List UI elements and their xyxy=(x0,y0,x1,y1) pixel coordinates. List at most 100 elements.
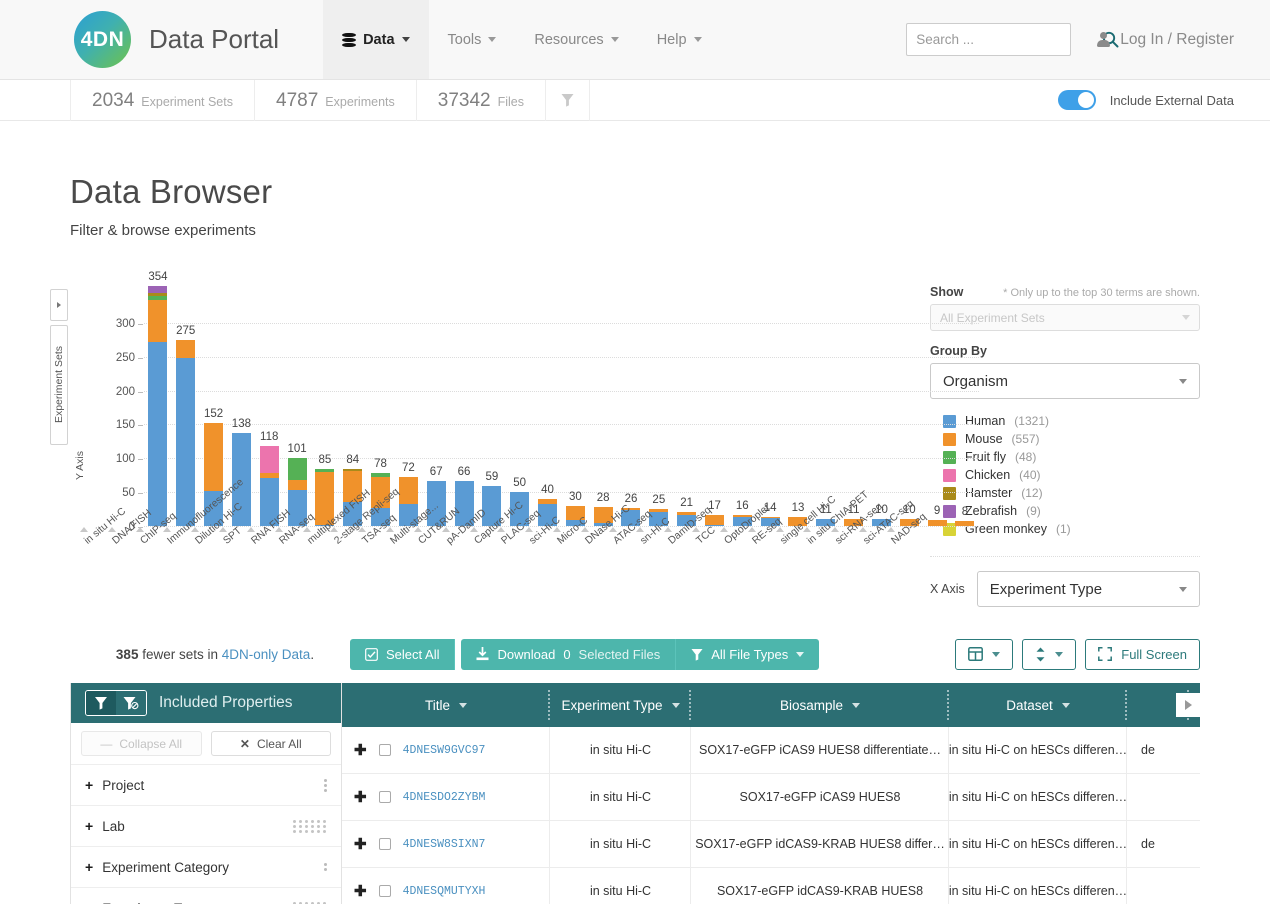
bar-segment[interactable] xyxy=(260,446,279,472)
row-checkbox[interactable] xyxy=(379,885,391,897)
x-axis-label-cell[interactable]: NAD-seq xyxy=(877,537,905,617)
nav-item-resources[interactable]: Resources xyxy=(515,0,637,79)
bar-stack[interactable] xyxy=(260,446,279,526)
stat-files[interactable]: 37342 Files xyxy=(417,80,546,121)
expand-row-icon[interactable]: ✚ xyxy=(354,882,367,900)
accession-link[interactable]: 4DNESQMUTYXH xyxy=(403,885,486,898)
collapse-all-button[interactable]: — Collapse All xyxy=(81,731,202,756)
facet-item[interactable]: +Lab xyxy=(71,805,341,846)
all-file-types-button[interactable]: All File Types xyxy=(676,639,819,670)
table-column-header[interactable]: Title xyxy=(342,683,550,727)
layout-select-button[interactable] xyxy=(955,639,1013,670)
sort-icon[interactable] xyxy=(852,703,860,708)
y-axis-experiment-sets-tab[interactable]: Experiment Sets xyxy=(50,325,68,445)
row-checkbox[interactable] xyxy=(379,838,391,850)
bar-stack[interactable] xyxy=(955,521,974,526)
x-axis-label-cell[interactable]: sci-RNA-seq xyxy=(821,537,849,617)
x-axis-label-cell[interactable]: CUT&RUN xyxy=(404,537,432,617)
full-screen-button[interactable]: Full Screen xyxy=(1085,639,1200,670)
facet-item[interactable]: +Project xyxy=(71,764,341,805)
expand-row-icon[interactable]: ✚ xyxy=(354,835,367,853)
table-column-header[interactable]: Experiment Type xyxy=(550,683,691,727)
x-axis-label-cell[interactable]: in situ ChIA-PET xyxy=(794,537,822,617)
row-checkbox[interactable] xyxy=(379,744,391,756)
included-properties-button[interactable] xyxy=(86,691,116,715)
bar-segment[interactable] xyxy=(288,458,307,480)
x-axis-label-cell[interactable]: OptoDroplet xyxy=(710,537,738,617)
expand-row-icon[interactable]: ✚ xyxy=(354,741,367,759)
x-axis-label-cell[interactable]: sci-ATAC-seq xyxy=(849,537,877,617)
x-axis-label-cell[interactable]: Immunofluorescence xyxy=(153,537,181,617)
x-axis-label-cell[interactable]: RNA FISH xyxy=(237,537,265,617)
excluded-properties-button[interactable] xyxy=(116,691,146,715)
login-register-button[interactable]: Log In / Register xyxy=(1097,31,1234,49)
expand-icon[interactable]: + xyxy=(85,818,93,834)
bar-segment[interactable] xyxy=(928,520,947,526)
expand-icon[interactable]: + xyxy=(85,859,93,875)
x-axis-label-cell[interactable]: Capture Hi-C xyxy=(460,537,488,617)
select-all-button[interactable]: Select All xyxy=(350,639,455,670)
x-axis-label-cell[interactable]: single cell Hi-C xyxy=(766,537,794,617)
x-axis-label-cell[interactable]: sn-Hi-C xyxy=(627,537,655,617)
bar-segment[interactable] xyxy=(148,286,167,293)
x-axis-label-cell[interactable]: DamID-seq xyxy=(654,537,682,617)
bar-stack[interactable] xyxy=(928,520,947,526)
brand-title[interactable]: Data Portal xyxy=(149,24,279,55)
legend-item[interactable]: Zebrafish(9) xyxy=(943,502,1200,520)
x-axis-select[interactable]: Experiment Type xyxy=(977,571,1200,607)
bar-segment[interactable] xyxy=(148,342,167,526)
x-axis-label-cell[interactable]: DNase Hi-C xyxy=(571,537,599,617)
clear-all-button[interactable]: ✕ Clear All xyxy=(211,731,332,756)
brand[interactable]: 4DN Data Portal xyxy=(0,0,279,79)
table-row[interactable]: ✚4DNESQMUTYXHin situ Hi-CSOX17-eGFP idCA… xyxy=(342,868,1200,904)
expand-icon[interactable]: + xyxy=(85,777,93,793)
stat-experiments[interactable]: 4787 Experiments xyxy=(255,80,417,121)
x-axis-label-cell[interactable]: ATAC-seq xyxy=(599,537,627,617)
x-axis-label-cell[interactable]: multiplexed FISH xyxy=(293,537,321,617)
search-input[interactable] xyxy=(907,32,1102,47)
x-axis-label-cell[interactable]: 2-stage Repli-seq xyxy=(320,537,348,617)
legend-item[interactable]: Human(1321) xyxy=(943,412,1200,430)
more-options-icon[interactable] xyxy=(324,863,327,871)
x-axis-label-cell[interactable]: TCC xyxy=(682,537,710,617)
accession-link[interactable]: 4DNESW9GVC97 xyxy=(403,744,486,757)
sort-icon[interactable] xyxy=(1062,703,1070,708)
bar-segment[interactable] xyxy=(288,480,307,490)
more-options-icon[interactable] xyxy=(324,779,327,792)
bar-segment[interactable] xyxy=(148,300,167,342)
x-axis-label-cell[interactable]: DNA FISH xyxy=(98,537,126,617)
x-axis-label-cell[interactable]: RE-seq xyxy=(738,537,766,617)
table-row[interactable]: ✚4DNESW9GVC97in situ Hi-CSOX17-eGFP iCAS… xyxy=(342,727,1200,774)
facet-item[interactable]: +Experiment Type xyxy=(71,887,341,904)
accession-link[interactable]: 4DNESDO2ZYBM xyxy=(403,791,486,804)
table-row[interactable]: ✚4DNESDO2ZYBMin situ Hi-CSOX17-eGFP iCAS… xyxy=(342,774,1200,821)
bar-stack[interactable] xyxy=(176,340,195,526)
x-axis-label-cell[interactable]: sci-Hi-C xyxy=(515,537,543,617)
table-row[interactable]: ✚4DNESW8SIXN7in situ Hi-CSOX17-eGFP idCA… xyxy=(342,821,1200,868)
nav-item-data[interactable]: Data xyxy=(323,0,428,79)
nav-item-tools[interactable]: Tools xyxy=(429,0,516,79)
bar-stack[interactable] xyxy=(148,286,167,526)
nav-item-help[interactable]: Help xyxy=(638,0,721,79)
bar-segment[interactable] xyxy=(955,521,974,526)
table-column-header[interactable]: Biosample xyxy=(691,683,949,727)
legend-item[interactable]: Mouse(557) xyxy=(943,430,1200,448)
drag-handle-icon[interactable] xyxy=(293,820,327,833)
sort-icon[interactable] xyxy=(459,703,467,708)
x-axis-label-cell[interactable]: TSA-seq xyxy=(348,537,376,617)
include-external-data-toggle[interactable] xyxy=(1058,90,1096,110)
fewer-sets-link[interactable]: 4DN-only Data xyxy=(222,647,311,662)
bar-segment[interactable] xyxy=(204,423,223,491)
legend-item[interactable]: Chicken(40) xyxy=(943,466,1200,484)
x-axis-label-cell[interactable]: Micro-C xyxy=(543,537,571,617)
x-axis-label-cell[interactable]: PLAC-seq xyxy=(487,537,515,617)
y-axis-expand-button[interactable] xyxy=(50,289,68,321)
download-selected-files-button[interactable]: Download 0 Selected Files xyxy=(461,639,676,670)
legend-item[interactable]: Hamster(12) xyxy=(943,484,1200,502)
x-axis-label-cell[interactable]: SPT xyxy=(209,537,237,617)
bar-segment[interactable] xyxy=(176,340,195,358)
bar-segment[interactable] xyxy=(176,358,195,526)
stat-experiment-sets[interactable]: 2034 Experiment Sets xyxy=(70,80,255,121)
bar-segment[interactable] xyxy=(399,477,418,503)
sort-icon[interactable] xyxy=(672,703,680,708)
